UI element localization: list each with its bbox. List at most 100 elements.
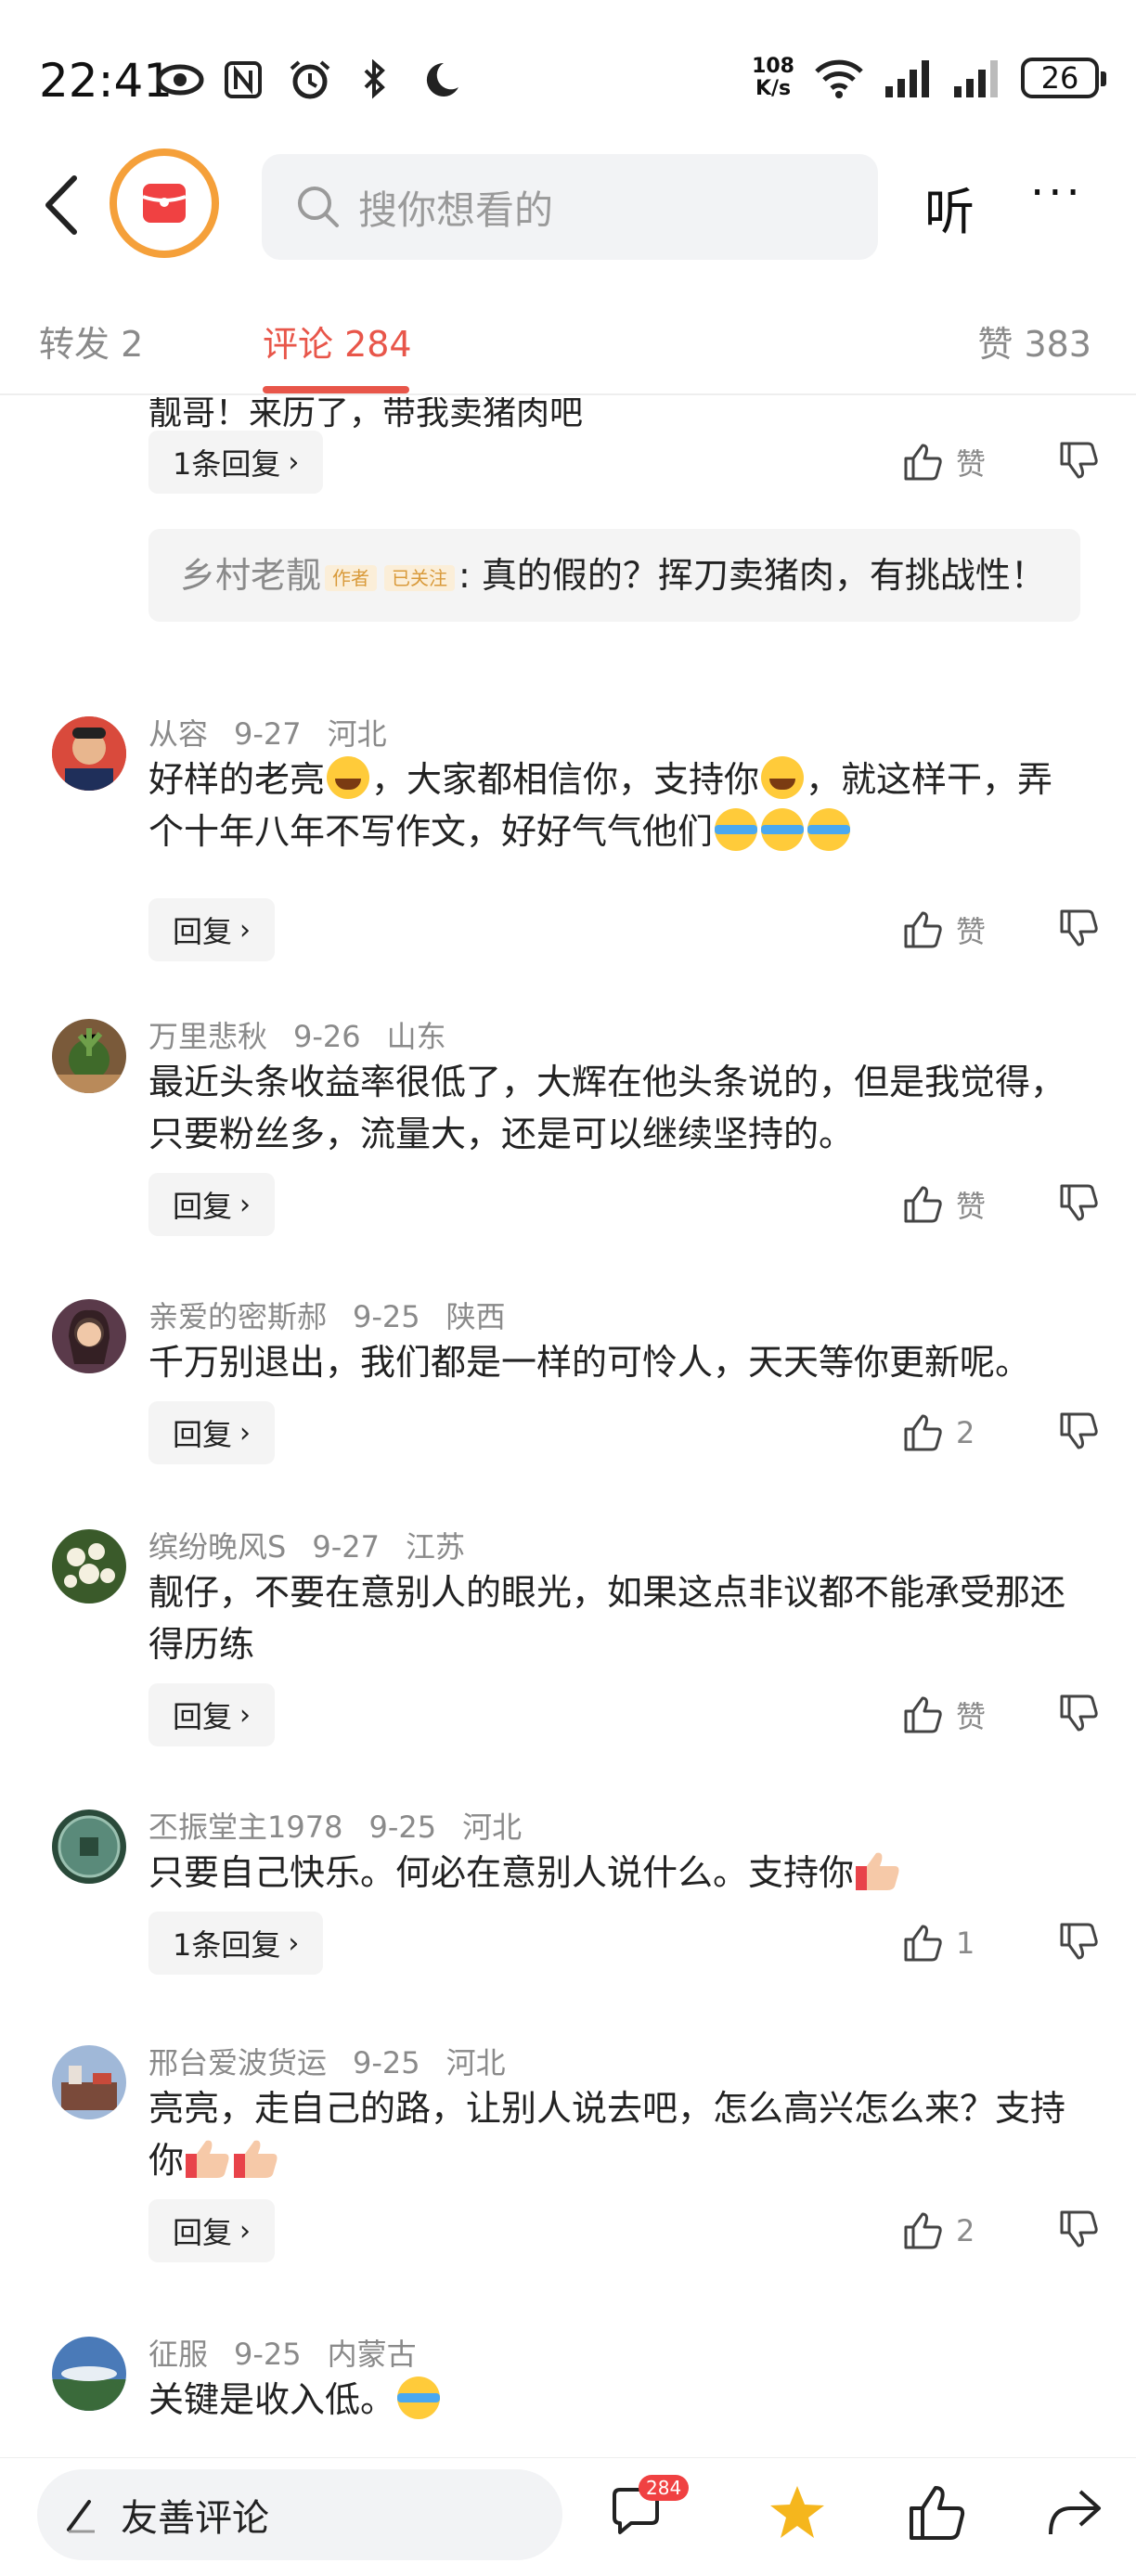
comment-date: 9-25: [368, 1810, 437, 1845]
dislike-button[interactable]: [1017, 1410, 1099, 1455]
reply-button[interactable]: 回复 ›: [148, 1683, 276, 1746]
avatar-image: [52, 1810, 126, 1884]
author-reply-box[interactable]: 乡村老靓 作者 已关注: 真的假的？挥刀卖猪肉，有挑战性！: [148, 529, 1080, 622]
chevron-right-icon: ›: [288, 1926, 300, 1960]
dislike-button[interactable]: [1017, 1182, 1099, 1227]
comment-actions: 赞: [902, 898, 1099, 961]
thumbs-down-icon: [1060, 1694, 1098, 1732]
avatar[interactable]: [52, 716, 126, 791]
avatar-image: [52, 1299, 126, 1373]
listen-button[interactable]: 听: [924, 171, 975, 244]
like-button[interactable]: 赞: [902, 441, 1017, 483]
favorite-button[interactable]: [767, 2482, 828, 2544]
detail-tabs: 转发 2 评论 284 赞 383: [0, 306, 1136, 395]
nfc-icon: [225, 61, 262, 98]
avatar-image: [52, 1529, 126, 1604]
search-input[interactable]: 搜你想看的: [262, 154, 878, 260]
thumbs-down-icon: [1060, 1923, 1098, 1960]
comment-author[interactable]: 亲爱的密斯郝: [148, 1299, 327, 1334]
thumbs-up-icon: [904, 1186, 942, 1223]
comment-author[interactable]: 邢台爱波货运: [148, 2045, 327, 2080]
avatar[interactable]: [52, 1810, 126, 1884]
chevron-right-icon: ›: [239, 1416, 252, 1449]
share-arrow-icon: [1049, 2490, 1101, 2535]
reply-author[interactable]: 乡村老靓: [180, 555, 321, 596]
bluetooth-icon: [364, 59, 385, 99]
view-replies-button[interactable]: 1条回复 ›: [148, 1912, 324, 1975]
like-count: 1: [956, 1926, 975, 1961]
dislike-button[interactable]: [1017, 1693, 1099, 1737]
like-button[interactable]: 赞: [902, 1183, 1017, 1226]
thumbs-down-icon: [1060, 2210, 1098, 2248]
grin-emoji-icon: [761, 756, 805, 799]
status-time: 22:41: [39, 54, 174, 108]
thumbs-down-icon: [1060, 1184, 1098, 1221]
toutiao-logo-icon[interactable]: [110, 148, 219, 258]
reply-label: 回复: [173, 1189, 233, 1224]
like-label: 赞: [956, 446, 987, 482]
back-arrow-icon[interactable]: [37, 173, 93, 238]
avatar[interactable]: [52, 1299, 126, 1373]
tab-likes[interactable]: 赞 383: [977, 316, 1091, 367]
avatar[interactable]: [52, 2045, 126, 2119]
comment-author[interactable]: 从容: [148, 716, 208, 752]
comment-author[interactable]: 丕振堂主1978: [148, 1810, 342, 1845]
view-replies-button[interactable]: 1条回复 ›: [148, 431, 324, 494]
tab-comments[interactable]: 评论 284: [263, 316, 412, 367]
signal-icon-2: [954, 60, 998, 97]
reply-button[interactable]: 回复 ›: [148, 1173, 276, 1236]
like-count: 赞: [956, 914, 987, 949]
tears-of-joy-emoji-icon: [807, 808, 851, 851]
dislike-button[interactable]: [1017, 2209, 1099, 2253]
like-button[interactable]: 赞: [902, 908, 1017, 951]
wifi-icon: [815, 59, 863, 98]
thumbs-down-icon: [1060, 442, 1098, 479]
view-replies-label: 1条回复: [173, 446, 281, 482]
comment-text: 好样的老亮 ，大家都相信你，支持你 ，就这样干，弄个十年八年不写作文，好好气气他们: [148, 753, 1086, 857]
author-tag: 作者: [325, 564, 378, 591]
comments-button[interactable]: 284: [607, 2475, 690, 2544]
partial-comment-text: 靓哥！来历了，带我卖猪肉吧: [148, 397, 584, 432]
reply-text: : 真的假的？挥刀卖猪肉，有挑战性！: [458, 555, 1046, 596]
like-button[interactable]: 赞: [902, 1694, 1017, 1736]
avatar-image: [52, 1019, 126, 1093]
eye-icon: [156, 64, 204, 96]
avatar[interactable]: [52, 1529, 126, 1604]
tab-reposts[interactable]: 转发 2: [39, 316, 143, 367]
comment-author[interactable]: 征服: [148, 2337, 208, 2372]
comment-input[interactable]: 友善评论: [37, 2469, 562, 2560]
dislike-button[interactable]: [1017, 1921, 1099, 1965]
like-button[interactable]: 1: [902, 1923, 1017, 1964]
comment-actions: 2: [902, 2199, 1099, 2262]
avatar[interactable]: [52, 1019, 126, 1093]
comment-author[interactable]: 缤纷晚风S: [148, 1529, 286, 1565]
comment-meta: 缤纷晚风S 9-27 江苏: [148, 1524, 491, 1566]
comment-text: 千万别退出，我们都是一样的可怜人，天天等你更新呢。: [148, 1342, 1031, 1383]
like-button[interactable]: 2: [902, 2210, 1017, 2251]
dislike-button[interactable]: [1017, 440, 1099, 484]
reply-button[interactable]: 回复 ›: [148, 898, 276, 961]
chevron-right-icon: ›: [239, 913, 252, 947]
comment-actions: 赞: [902, 1173, 1099, 1236]
comment-actions: 赞: [902, 1683, 1099, 1746]
comment-author[interactable]: 万里悲秋: [148, 1019, 267, 1054]
more-options-button[interactable]: ···: [1030, 167, 1090, 241]
comment-text-part: 好样的老亮: [148, 759, 326, 800]
like-button[interactable]: 2: [902, 1412, 1017, 1453]
comment-meta: 征服 9-25 内蒙古: [148, 2331, 443, 2374]
comment-text-part: ，大家都相信你，支持你: [371, 759, 760, 800]
avatar-image: [52, 716, 126, 791]
comment-count-badge: 284: [639, 2475, 690, 2501]
thumbs-up-icon: [904, 2212, 942, 2249]
avatar[interactable]: [52, 2337, 126, 2411]
reply-button[interactable]: 回复 ›: [148, 1401, 276, 1464]
like-count: 2: [956, 1415, 975, 1450]
reply-label: 回复: [173, 1699, 233, 1734]
like-article-button[interactable]: [906, 2482, 967, 2544]
reply-button[interactable]: 回复 ›: [148, 2199, 276, 2262]
share-button[interactable]: [1043, 2482, 1104, 2544]
dislike-button[interactable]: [1017, 908, 1099, 952]
thumbs-up-emoji-icon: [184, 2137, 232, 2180]
comment-list[interactable]: 靓哥！来历了，带我卖猪肉吧 1条回复 › 赞 乡村老靓 作者 已关注: 真的假的？挥刀…: [0, 397, 1136, 2452]
comment-region: 河北: [445, 2045, 506, 2080]
